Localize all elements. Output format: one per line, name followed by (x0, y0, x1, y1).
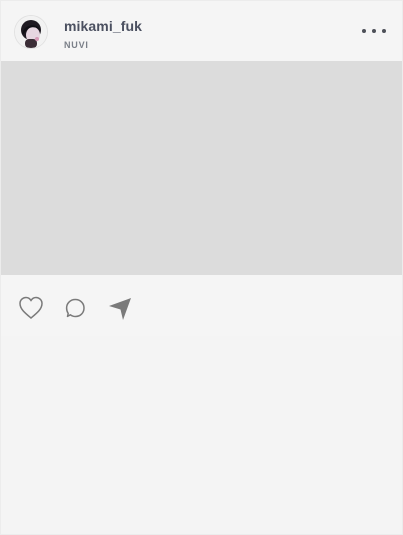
location-label[interactable]: NUVI (64, 40, 89, 50)
post-media-placeholder (1, 61, 402, 275)
more-options-icon[interactable] (360, 24, 388, 38)
share-button[interactable] (105, 293, 135, 323)
heart-icon (19, 296, 43, 319)
username[interactable]: mikami_fuk (64, 18, 142, 34)
instagram-post-card: mikami_fuk NUVI (0, 0, 403, 535)
send-arrow-icon (109, 298, 131, 320)
post-header: mikami_fuk NUVI (1, 1, 402, 61)
like-button[interactable] (16, 293, 46, 323)
post-actions (1, 285, 402, 335)
post-lower-area (1, 336, 402, 534)
avatar[interactable] (15, 16, 47, 48)
comment-bubble-icon (65, 298, 85, 318)
comment-button[interactable] (61, 293, 91, 323)
